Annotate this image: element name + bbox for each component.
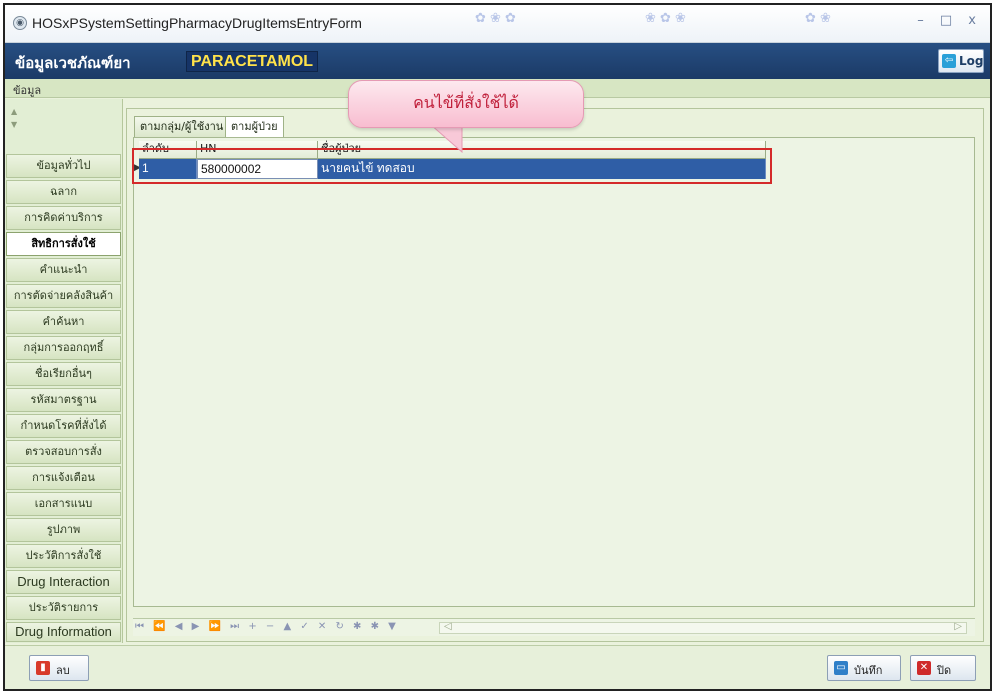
highlight-box	[132, 148, 772, 184]
patient-grid: ลำดับ HN ชื่อผู้ป่วย ▶ 1 580000002 นายคน…	[133, 137, 975, 607]
flower-decoration-icon: ❀ ✿ ❀	[645, 11, 686, 26]
flower-decoration-icon: ✿ ❀	[805, 11, 831, 26]
save-icon: ▭	[834, 661, 848, 675]
sidebar-item-order-history[interactable]: ประวัติการสั่งใช้	[6, 544, 121, 568]
sidebar-item-general[interactable]: ข้อมูลทั่วไป	[6, 154, 121, 178]
save-button[interactable]: ▭ บันทึก	[827, 655, 901, 681]
tab-by-patient[interactable]: ตามผู้ป่วย	[225, 116, 284, 139]
sidebar-item-order-check[interactable]: ตรวจสอบการสั่ง	[6, 440, 121, 464]
sidebar-item-alerts[interactable]: การแจ้งเตือน	[6, 466, 121, 490]
sidebar-item-standard-codes[interactable]: รหัสมาตรฐาน	[6, 388, 121, 412]
sidebar-item-allowed-diseases[interactable]: กำหนดโรคที่สั่งได้	[6, 414, 121, 438]
sidebar-item-other-names[interactable]: ชื่อเรียกอื่นๆ	[6, 362, 121, 386]
sidebar-item-stock-deduction[interactable]: การตัดจ่ายคลังสินค้า	[6, 284, 121, 308]
close-icon: ✕	[917, 661, 931, 675]
sidebar-item-images[interactable]: รูปภาพ	[6, 518, 121, 542]
trash-icon: ▮	[36, 661, 50, 675]
section-label: ข้อมูล	[13, 84, 42, 97]
close-button-label: ปิด	[937, 664, 952, 677]
scroll-right-icon[interactable]: ▷	[954, 621, 962, 632]
grid-navigator: ⏮ ⏪ ◀ ▶ ⏩ ⏭ + − ▲ ✓ ✕ ↻ ✱ ✱ ▼ ◁ ▷	[133, 618, 975, 636]
drug-name: PARACETAMOL	[186, 51, 319, 72]
header-bar: ข้อมูลเวชภัณฑ์ยา PARACETAMOL ⇦ Log	[5, 43, 990, 79]
sidebar-item-drug-information[interactable]: Drug Information	[6, 622, 121, 642]
save-button-label: บันทึก	[854, 664, 883, 677]
bottom-bar: ▮ ลบ ▭ บันทึก ✕ ปิด	[5, 645, 990, 689]
sidebar-item-item-history[interactable]: ประวัติรายการ	[6, 596, 121, 620]
sidebar-item-advice[interactable]: คำแนะนำ	[6, 258, 121, 282]
sidebar-item-drug-interaction[interactable]: Drug Interaction	[6, 570, 121, 594]
sidebar-scroll-arrows[interactable]: ▲ ▼	[11, 105, 17, 131]
header-label: ข้อมูลเวชภัณฑ์ยา	[15, 54, 131, 72]
scroll-left-icon[interactable]: ◁	[444, 621, 452, 632]
sidebar-item-attachments[interactable]: เอกสารแนบ	[6, 492, 121, 516]
sidebar-item-billing[interactable]: การคิดค่าบริการ	[6, 206, 121, 230]
log-button[interactable]: ⇦ Log	[938, 49, 984, 73]
delete-button-label: ลบ	[56, 664, 70, 677]
log-button-label: Log	[959, 54, 984, 68]
content-panel: ตามกลุ่ม/ผู้ใช้งาน ตามผู้ป่วย ลำดับ HN ช…	[126, 108, 984, 642]
log-icon: ⇦	[942, 54, 956, 68]
app-icon: ◉	[13, 16, 27, 30]
flower-decoration-icon: ✿ ❀ ✿	[475, 11, 516, 26]
delete-button[interactable]: ▮ ลบ	[29, 655, 89, 681]
tab-by-group-user[interactable]: ตามกลุ่ม/ผู้ใช้งาน	[134, 116, 230, 138]
window-title: HOSxPSystemSettingPharmacyDrugItemsEntry…	[32, 15, 362, 31]
sidebar-item-order-rights[interactable]: สิทธิการสั่งใช้	[6, 232, 121, 256]
horizontal-scrollbar[interactable]: ◁ ▷	[439, 621, 967, 634]
callout-annotation: คนไข้ที่สั่งใช้ได้	[348, 80, 584, 128]
sidebar-item-action-group[interactable]: กลุ่มการออกฤทธิ์	[6, 336, 121, 360]
title-bar: ◉ HOSxPSystemSettingPharmacyDrugItemsEnt…	[5, 5, 990, 43]
window-controls[interactable]: – □ x	[917, 13, 982, 28]
sidebar-item-label[interactable]: ฉลาก	[6, 180, 121, 204]
sidebar-item-keywords[interactable]: คำค้นหา	[6, 310, 121, 334]
navigator-buttons[interactable]: ⏮ ⏪ ◀ ▶ ⏩ ⏭ + − ▲ ✓ ✕ ↻ ✱ ✱ ▼	[135, 621, 399, 632]
sidebar: ▲ ▼ ข้อมูลทั่วไป ฉลาก การคิดค่าบริการ สิท…	[5, 99, 123, 643]
close-button[interactable]: ✕ ปิด	[910, 655, 976, 681]
